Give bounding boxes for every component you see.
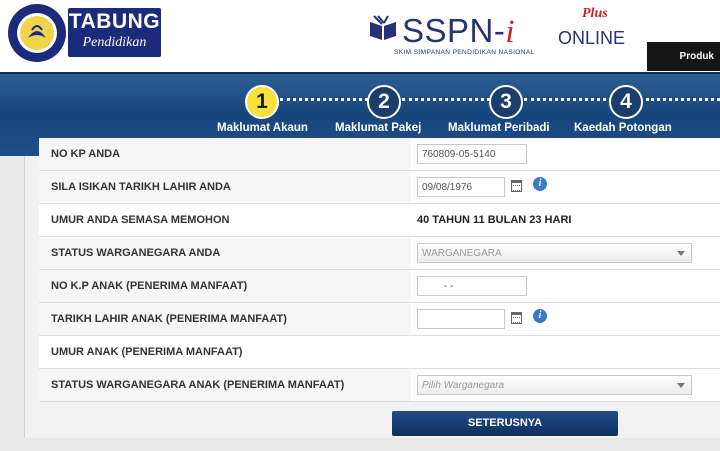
status-warganegara-anak-placeholder: Pilih Warganegara (422, 380, 505, 391)
kp-anak-mask: - - (444, 281, 454, 292)
open-book-icon (370, 15, 396, 40)
sspn-wordmark: SSPN-i (402, 12, 515, 51)
step-connector (524, 98, 612, 104)
kp-anak-input[interactable]: - - (417, 276, 527, 296)
calendar-icon[interactable] (511, 312, 522, 324)
step-2-circle: 2 (367, 85, 401, 119)
seterusnya-button[interactable]: SETERUSNYA (392, 411, 618, 436)
tabung-logo-subtitle: Pendidikan (82, 35, 147, 50)
status-warganegara-select[interactable]: WARGANEGARA (417, 243, 692, 263)
step-connector (646, 98, 720, 104)
site-header: TABUNG Pendidikan SSPN-i Plus ONLINE SKI… (0, 0, 720, 72)
form-row-kp-anak: NO K.P ANAK (PENERIMA MANFAAT) - - (39, 270, 720, 303)
step-2-label: Maklumat Pakej (335, 122, 422, 134)
kp-anak-label: NO K.P ANAK (PENERIMA MANFAAT) (39, 270, 411, 302)
sspn-wordmark-text: SSPN- (402, 12, 506, 49)
form-row-tarikh-lahir: SILA ISIKAN TARIKH LAHIR ANDA 09/08/1976… (39, 171, 720, 204)
plus-text: Plus (582, 6, 608, 21)
step-connector (280, 98, 368, 104)
no-kp-input[interactable]: 760809-05-5140 (417, 144, 527, 164)
info-icon[interactable]: i (533, 309, 547, 323)
step-connector (402, 98, 490, 104)
no-kp-label: NO KP ANDA (39, 138, 411, 170)
tarikh-lahir-input[interactable]: 09/08/1976 (417, 177, 505, 197)
tarikh-lahir-label: SILA ISIKAN TARIKH LAHIR ANDA (39, 171, 411, 203)
sspn-subtitle: SKIM SIMPANAN PENDIDIKAN NASIONAL (394, 49, 535, 56)
step-3-label: Maklumat Peribadi (448, 122, 550, 134)
tabung-logo-title: TABUNG (68, 10, 161, 33)
form-row-status-warganegara: STATUS WARGANEGARA ANDA WARGANEGARA (39, 237, 720, 270)
status-warganegara-anak-label: STATUS WARGANEGARA ANAK (PENERIMA MANFAA… (39, 369, 411, 401)
step-4-circle: 4 (609, 85, 643, 119)
form-row-umur: UMUR ANDA SEMASA MEMOHON 40 TAHUN 11 BUL… (39, 204, 720, 237)
info-icon[interactable]: i (533, 177, 547, 191)
tarikh-lahir-anak-input[interactable] (417, 309, 505, 329)
tarikh-lahir-anak-label: TARIKH LAHIR ANAK (PENERIMA MANFAAT) (39, 303, 411, 335)
calendar-icon[interactable] (511, 180, 522, 192)
step-4-label: Kaedah Potongan (574, 122, 672, 134)
form-row-tarikh-lahir-anak: TARIKH LAHIR ANAK (PENERIMA MANFAAT) i (39, 303, 720, 336)
chevron-down-icon (677, 383, 685, 388)
chevron-down-icon (677, 251, 685, 256)
produk-menu-tab[interactable]: Produk (647, 42, 720, 71)
ptptn-logo (8, 4, 66, 62)
step-1-circle: 1 (245, 85, 279, 119)
status-warganegara-label: STATUS WARGANEGARA ANDA (39, 237, 411, 269)
form-row-no-kp: NO KP ANDA 760809-05-5140 (39, 138, 720, 171)
sspn-i-plus-online-logo: SSPN-i Plus ONLINE SKIM SIMPANAN PENDIDI… (364, 6, 634, 62)
umur-anak-label: UMUR ANAK (PENERIMA MANFAAT) (39, 336, 411, 368)
application-form: NO KP ANDA 760809-05-5140 SILA ISIKAN TA… (24, 138, 720, 438)
status-warganegara-selected: WARGANEGARA (422, 248, 502, 259)
form-row-status-warganegara-anak: STATUS WARGANEGARA ANAK (PENERIMA MANFAA… (39, 369, 720, 402)
umur-value: 40 TAHUN 11 BULAN 23 HARI (417, 214, 572, 226)
tabung-pendidikan-logo: TABUNG Pendidikan (68, 8, 161, 57)
form-row-umur-anak: UMUR ANAK (PENERIMA MANFAAT) (39, 336, 720, 369)
sspn-i-letter: i (505, 14, 516, 50)
online-text: ONLINE (558, 28, 626, 48)
step-3-circle: 3 (489, 85, 523, 119)
status-warganegara-anak-select[interactable]: Pilih Warganegara (417, 375, 692, 395)
step-1-label: Maklumat Akaun (217, 122, 308, 134)
umur-label: UMUR ANDA SEMASA MEMOHON (39, 204, 411, 236)
